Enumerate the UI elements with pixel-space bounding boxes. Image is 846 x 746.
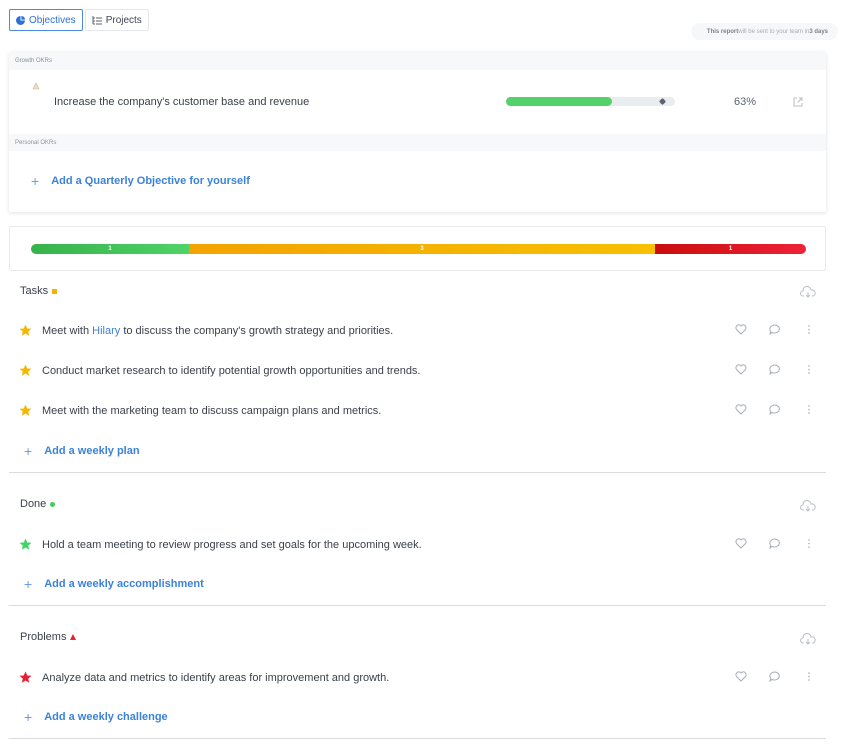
- task-text-part: Conduct market research to identify pote…: [42, 365, 421, 377]
- problem-text-part: Analyze data and metrics to identify are…: [42, 672, 390, 684]
- report-note-days: 3 days: [809, 28, 828, 35]
- star-icon[interactable]: [19, 364, 32, 377]
- add-weekly-plan-button[interactable]: + Add a weekly plan: [24, 444, 140, 458]
- done-item[interactable]: Hold a team meeting to review progress a…: [9, 535, 826, 555]
- tab-objectives-label: Objectives: [29, 14, 76, 26]
- task-text: Meet with Hilary to discuss the company'…: [42, 325, 393, 337]
- section-divider: [9, 738, 826, 739]
- summary-segment-problems[interactable]: 1: [655, 244, 806, 254]
- comment-icon[interactable]: [769, 404, 781, 415]
- add-weekly-accomplishment-button[interactable]: + Add a weekly accomplishment: [24, 577, 204, 591]
- add-weekly-challenge-button[interactable]: + Add a weekly challenge: [24, 710, 168, 724]
- tasks-section: Tasks Meet with Hilary to discuss the co…: [9, 271, 826, 473]
- heart-icon[interactable]: [735, 404, 747, 415]
- tab-projects-label: Projects: [105, 14, 142, 26]
- done-text: Hold a team meeting to review progress a…: [42, 539, 422, 551]
- pie-chart-icon: [16, 15, 25, 25]
- growth-okrs-label: Growth OKRs: [9, 52, 826, 70]
- task-text-part: Meet with the marketing team to discuss …: [42, 405, 382, 417]
- problem-text: Analyze data and metrics to identify are…: [42, 672, 389, 684]
- summary-segment-done[interactable]: 1: [31, 244, 189, 254]
- more-vertical-icon[interactable]: [807, 538, 811, 549]
- more-vertical-icon[interactable]: [807, 671, 811, 682]
- done-text-part: Hold a team meeting to review progress a…: [42, 539, 422, 551]
- objective-emoji-icon: [31, 81, 41, 91]
- task-text: Meet with the marketing team to discuss …: [42, 405, 381, 417]
- heart-icon[interactable]: [735, 364, 747, 375]
- comment-icon[interactable]: [769, 671, 781, 682]
- list-tree-icon: [92, 15, 102, 24]
- mention-link[interactable]: Hilary: [92, 325, 120, 337]
- report-note-prefix: This report: [706, 28, 739, 35]
- task-text-part: Meet with: [42, 325, 93, 337]
- okr-card: Growth OKRs Increase the company's custo…: [9, 52, 826, 212]
- problem-item[interactable]: Analyze data and metrics to identify are…: [9, 668, 826, 688]
- done-title: Done: [20, 498, 47, 510]
- add-weekly-challenge-label: Add a weekly challenge: [44, 711, 168, 723]
- tasks-title: Tasks: [20, 285, 49, 297]
- progress-handle-icon[interactable]: [658, 97, 667, 106]
- task-item[interactable]: Meet with Hilary to discuss the company'…: [9, 321, 826, 341]
- download-cloud-icon[interactable]: [800, 285, 816, 303]
- done-marker-icon: [50, 501, 56, 507]
- star-icon[interactable]: [19, 404, 32, 417]
- plus-icon: +: [31, 173, 40, 189]
- objective-progress-bar[interactable]: [506, 97, 675, 106]
- add-quarterly-objective-button[interactable]: + Add a Quarterly Objective for yourself: [31, 174, 250, 188]
- task-item[interactable]: Conduct market research to identify pote…: [9, 361, 826, 381]
- problems-title: Problems: [20, 631, 67, 643]
- summary-segment-tasks[interactable]: 3: [189, 244, 655, 254]
- tasks-marker-icon: [52, 288, 58, 294]
- personal-okrs-label: Personal OKRs: [9, 134, 826, 151]
- report-schedule-note: This report will be sent to your team in…: [690, 23, 838, 40]
- plus-icon: +: [24, 709, 33, 725]
- objective-percent: 63%: [734, 96, 757, 108]
- objective-title[interactable]: Increase the company's customer base and…: [54, 96, 309, 108]
- external-link-icon[interactable]: [792, 95, 804, 113]
- add-quarterly-objective-label: Add a Quarterly Objective for yourself: [51, 175, 250, 187]
- more-vertical-icon[interactable]: [807, 324, 811, 335]
- status-summary-bar: 1 3 1: [31, 244, 806, 254]
- comment-icon[interactable]: [769, 324, 781, 335]
- download-cloud-icon[interactable]: [800, 632, 816, 650]
- section-divider: [9, 605, 826, 606]
- tab-projects[interactable]: Projects: [84, 9, 149, 31]
- add-weekly-plan-label: Add a weekly plan: [44, 445, 140, 457]
- problems-section: Problems Analyze data and metrics to ide…: [9, 617, 826, 740]
- tasks-header: Tasks: [20, 285, 58, 297]
- task-item[interactable]: Meet with the marketing team to discuss …: [9, 401, 826, 421]
- add-weekly-accomplishment-label: Add a weekly accomplishment: [44, 578, 204, 590]
- report-note-middle: will be sent to your team in: [738, 28, 810, 35]
- problems-marker-icon: [70, 634, 77, 640]
- heart-icon[interactable]: [735, 671, 747, 682]
- done-header: Done: [20, 498, 56, 510]
- download-cloud-icon[interactable]: [800, 499, 816, 517]
- tab-objectives[interactable]: Objectives: [9, 9, 83, 31]
- task-text: Conduct market research to identify pote…: [42, 365, 421, 377]
- more-vertical-icon[interactable]: [807, 364, 811, 375]
- heart-icon[interactable]: [735, 538, 747, 549]
- more-vertical-icon[interactable]: [807, 404, 811, 415]
- done-section: Done Hold a team meeting to review progr…: [9, 484, 826, 606]
- task-text-part: to discuss the company's growth strategy…: [120, 325, 394, 337]
- status-summary: 1 3 1: [9, 226, 826, 271]
- star-icon[interactable]: [19, 538, 32, 551]
- heart-icon[interactable]: [735, 324, 747, 335]
- comment-icon[interactable]: [769, 538, 781, 549]
- plus-icon: +: [24, 443, 33, 459]
- view-tabs: Objectives Projects: [9, 9, 149, 31]
- plus-icon: +: [24, 576, 33, 592]
- section-divider: [9, 472, 826, 473]
- comment-icon[interactable]: [769, 364, 781, 375]
- star-icon[interactable]: [19, 671, 32, 684]
- objective-progress-fill: [506, 97, 613, 106]
- problems-header: Problems: [20, 631, 77, 643]
- star-icon[interactable]: [19, 324, 32, 337]
